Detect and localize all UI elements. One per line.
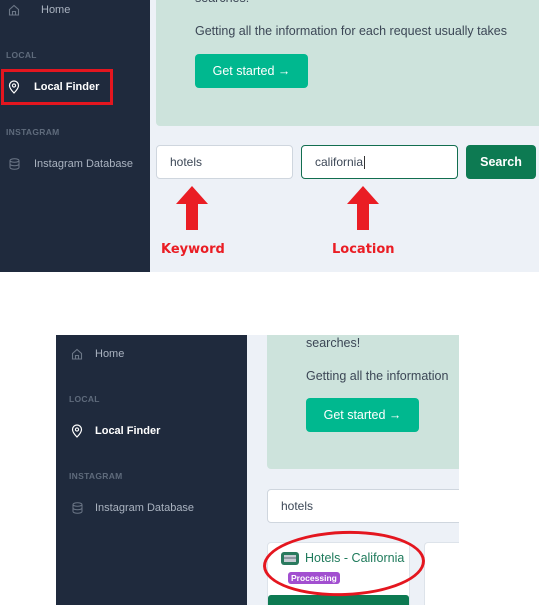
info-banner: searches! Getting all the information fo… bbox=[156, 0, 539, 126]
banner-text-partial: searches! bbox=[195, 0, 249, 5]
banner-text-line1: searches! bbox=[306, 336, 361, 350]
keyword-input[interactable]: hotels bbox=[267, 489, 459, 523]
sidebar-item-home[interactable]: Home bbox=[7, 3, 70, 17]
section-label-instagram: INSTAGRAM bbox=[6, 127, 60, 137]
get-started-button[interactable]: Get started → bbox=[195, 54, 308, 88]
location-input[interactable]: california bbox=[301, 145, 458, 179]
info-banner: searches! Getting all the information Ge… bbox=[267, 335, 459, 469]
search-button[interactable]: Search bbox=[466, 145, 536, 179]
arrow-up-keyword bbox=[176, 186, 208, 230]
keyword-input-value: hotels bbox=[281, 499, 314, 513]
home-icon bbox=[7, 3, 21, 17]
annotation-location: Location bbox=[332, 242, 395, 257]
section-label-instagram: INSTAGRAM bbox=[69, 471, 123, 481]
banner-text-line2: Getting all the information for each req… bbox=[195, 24, 507, 38]
annotation-keyword: Keyword bbox=[161, 242, 225, 257]
arrow-up-location bbox=[347, 186, 379, 230]
banner-text-line2: Getting all the information bbox=[306, 369, 449, 383]
database-icon bbox=[7, 157, 21, 171]
main-content: searches! Getting all the information fo… bbox=[150, 0, 539, 272]
home-icon bbox=[70, 347, 84, 361]
map-pin-icon bbox=[70, 424, 84, 438]
sidebar: Home LOCAL Local Finder INSTAGRAM Instag… bbox=[0, 0, 150, 272]
sidebar-item-label: Home bbox=[95, 348, 125, 360]
keyword-input[interactable]: hotels bbox=[156, 145, 293, 179]
sidebar-item-home[interactable]: Home bbox=[70, 347, 124, 361]
section-label-local: LOCAL bbox=[6, 50, 37, 60]
database-icon bbox=[70, 501, 84, 515]
text-caret bbox=[364, 155, 366, 169]
main-content: searches! Getting all the information Ge… bbox=[247, 335, 459, 605]
result-card-action-button[interactable] bbox=[268, 595, 409, 605]
result-card-partial bbox=[424, 542, 459, 605]
sidebar-item-instagram-database[interactable]: Instagram Database bbox=[70, 501, 194, 515]
sidebar-item-label: Instagram Database bbox=[34, 158, 134, 170]
section-label-local: LOCAL bbox=[69, 394, 100, 404]
sidebar: Home LOCAL Local Finder INSTAGRAM Instag… bbox=[56, 335, 247, 605]
keyword-input-value: hotels bbox=[170, 155, 203, 169]
get-started-button[interactable]: Get started → bbox=[306, 398, 419, 432]
highlight-box-local-finder bbox=[1, 69, 113, 105]
sidebar-item-instagram-database[interactable]: Instagram Database bbox=[7, 157, 133, 171]
sidebar-item-label: Instagram Database bbox=[95, 502, 195, 514]
sidebar-item-label: Local Finder bbox=[95, 425, 161, 437]
sidebar-item-label: Home bbox=[41, 4, 71, 16]
sidebar-item-local-finder[interactable]: Local Finder bbox=[70, 424, 160, 438]
location-input-value: california bbox=[315, 155, 364, 169]
